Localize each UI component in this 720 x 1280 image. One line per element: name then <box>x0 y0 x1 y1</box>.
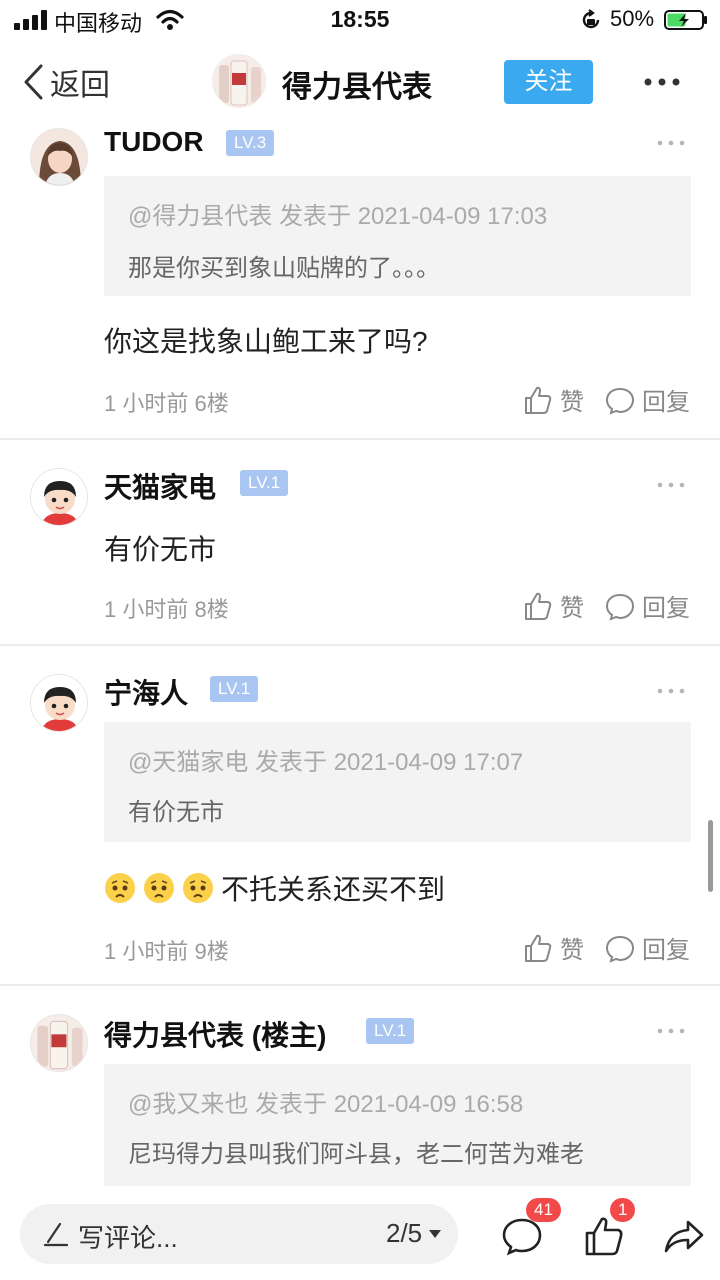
like-label: 赞 <box>560 937 584 964</box>
reply-label: 回复 <box>642 595 690 622</box>
worried-face-emoji <box>144 873 174 903</box>
post-text: 有价无市 <box>104 534 217 565</box>
pen-icon <box>43 1222 69 1247</box>
quote-text: 有价无市 <box>128 799 224 826</box>
reply-label: 回复 <box>642 389 690 416</box>
post-meta: 1 小时前 6楼 <box>104 391 229 416</box>
battery-percent: 50% <box>610 6 655 31</box>
like-button[interactable]: 赞 <box>522 382 584 417</box>
speech-bubble-icon <box>605 387 635 415</box>
reply-button[interactable]: 回复 <box>604 930 690 965</box>
comment-count-badge: 41 <box>526 1198 561 1222</box>
share-icon[interactable] <box>662 1214 706 1258</box>
orientation-lock-icon <box>582 9 600 29</box>
quoted-reply[interactable]: @天猫家电 发表于 2021-04-09 17:07 有价无市 <box>104 722 691 842</box>
quoted-reply[interactable]: @得力县代表 发表于 2021-04-09 17:03 那是你买到象山贴牌的了。… <box>104 176 691 296</box>
quote-meta: @天猫家电 发表于 2021-04-09 17:07 <box>128 749 524 776</box>
page-selector[interactable]: 2/5 <box>386 1218 442 1249</box>
product-photo-icon <box>31 1015 87 1071</box>
like-button[interactable]: 赞 <box>522 930 584 965</box>
default-avatar-icon <box>31 469 87 525</box>
more-icon[interactable] <box>640 70 684 94</box>
post-text: 你这是找象山鲍工来了吗? <box>104 326 428 357</box>
thumbs-up-icon <box>525 592 552 620</box>
bottom-bar: 写评论... 2/5 41 1 <box>0 1186 720 1280</box>
post-item: 得力县代表 (楼主) LV.1 @我又来也 发表于 2021-04-09 16:… <box>0 986 720 1186</box>
quote-text: 那是你买到象山贴牌的了。。。 <box>128 255 440 282</box>
post-content: 有价无市 <box>104 528 216 568</box>
username[interactable]: 宁海人 <box>104 672 188 712</box>
chevron-down-icon <box>429 1229 442 1238</box>
worried-face-emoji <box>183 873 213 903</box>
quote-meta: @得力县代表 发表于 2021-04-09 17:03 <box>128 203 548 230</box>
thumbs-up-icon <box>525 934 552 962</box>
level-badge: LV.1 <box>366 1018 415 1044</box>
reply-button[interactable]: 回复 <box>604 382 690 417</box>
more-icon[interactable] <box>656 480 686 490</box>
level-badge: LV.3 <box>226 130 275 156</box>
like-label: 赞 <box>560 389 584 416</box>
comment-input[interactable]: 写评论... 2/5 <box>20 1204 458 1264</box>
comment-placeholder: 写评论... <box>78 1223 178 1253</box>
back-label: 返回 <box>50 69 110 102</box>
default-avatar-icon <box>31 675 87 731</box>
post-meta: 1 小时前 9楼 <box>104 939 229 964</box>
page-indicator-label: 2/5 <box>386 1218 423 1248</box>
quote-text: 尼玛得力县叫我们阿斗县，老二何苦为难老 <box>128 1141 584 1168</box>
speech-bubble-icon <box>605 935 635 963</box>
more-icon[interactable] <box>656 1026 686 1036</box>
level-badge: LV.1 <box>240 470 289 496</box>
quote-meta: @我又来也 发表于 2021-04-09 16:58 <box>128 1091 524 1118</box>
battery-icon <box>664 10 707 30</box>
follow-button[interactable]: 关注 <box>504 60 593 104</box>
back-button[interactable]: 返回 <box>22 62 110 102</box>
scrollbar[interactable] <box>708 820 713 892</box>
post-content: 你这是找象山鲍工来了吗? <box>104 320 428 360</box>
avatar[interactable] <box>30 128 88 186</box>
like-button[interactable]: 赞 <box>522 588 584 623</box>
username[interactable]: TUDOR <box>104 126 204 158</box>
status-bar: 中国移动 18:55 50% <box>0 0 720 40</box>
like-label: 赞 <box>560 595 584 622</box>
post-item: TUDOR LV.3 @得力县代表 发表于 2021-04-09 17:03 那… <box>0 120 720 438</box>
post-item: 宁海人 LV.1 @天猫家电 发表于 2021-04-09 17:07 有价无市… <box>0 646 720 984</box>
reply-button[interactable]: 回复 <box>604 588 690 623</box>
username[interactable]: 得力县代表 (楼主) <box>104 1014 326 1054</box>
level-badge: LV.1 <box>210 676 259 702</box>
post-item: 天猫家电 LV.1 有价无市 1 小时前 8楼 赞 回复 <box>0 440 720 644</box>
nav-header: 返回 得力县代表 关注 <box>0 40 720 120</box>
post-text: 不托关系还买不到 <box>221 874 446 905</box>
more-icon[interactable] <box>656 686 686 696</box>
page-title: 得力县代表 <box>282 71 432 104</box>
avatar[interactable] <box>30 1014 88 1072</box>
like-count-badge: 1 <box>610 1198 636 1222</box>
username[interactable]: 天猫家电 <box>104 466 216 506</box>
back-chevron-icon <box>24 64 43 100</box>
quoted-reply[interactable]: @我又来也 发表于 2021-04-09 16:58 尼玛得力县叫我们阿斗县，老… <box>104 1064 691 1186</box>
reply-label: 回复 <box>642 937 690 964</box>
thumbs-up-icon <box>525 386 552 414</box>
avatar[interactable] <box>30 674 88 732</box>
more-icon[interactable] <box>656 138 686 148</box>
product-photo-icon <box>213 55 265 107</box>
post-meta: 1 小时前 8楼 <box>104 597 229 622</box>
author-avatar[interactable] <box>212 54 266 108</box>
avatar[interactable] <box>30 468 88 526</box>
worried-face-emoji <box>105 873 135 903</box>
speech-bubble-icon <box>605 593 635 621</box>
user-photo-icon <box>31 129 87 185</box>
post-content: 不托关系还买不到 <box>104 868 445 908</box>
